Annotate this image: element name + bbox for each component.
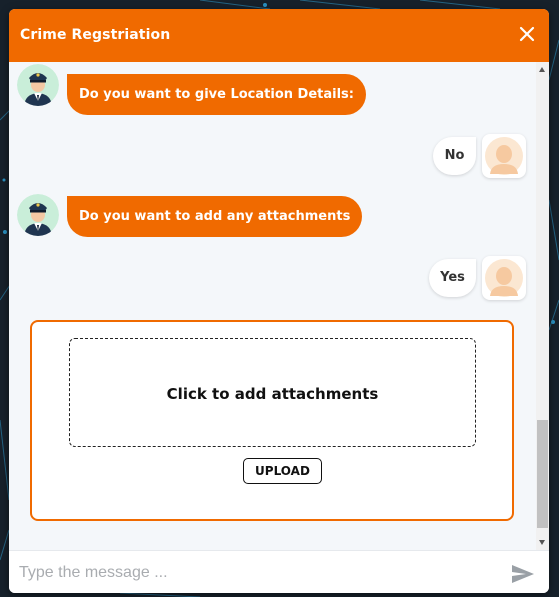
chat-window: Crime Regstriation Do you want to give L…: [9, 9, 549, 593]
bot-message: Do you want to add any attachments: [67, 196, 363, 237]
scroll-up-arrow-icon[interactable]: [539, 67, 545, 72]
scrollbar-thumb[interactable]: [537, 420, 548, 528]
dropzone-label: Click to add attachments: [166, 385, 379, 403]
bot-message: Do you want to give Location Details:: [67, 74, 366, 115]
chat-scrollbar[interactable]: [536, 62, 549, 550]
message-input[interactable]: [19, 560, 499, 586]
user-avatar-icon: [482, 134, 526, 178]
user-avatar-icon: [482, 256, 526, 300]
attachment-dropzone[interactable]: Click to add attachments: [69, 338, 476, 447]
window-title: Crime Regstriation: [20, 27, 171, 43]
user-message: No: [433, 137, 476, 175]
scroll-down-arrow-icon[interactable]: [539, 540, 545, 545]
police-officer-icon: [17, 194, 59, 236]
window-header: Crime Regstriation: [9, 9, 549, 62]
composer: [9, 550, 549, 593]
upload-button[interactable]: UPLOAD: [243, 458, 322, 484]
close-icon[interactable]: [517, 24, 537, 44]
user-message: Yes: [429, 259, 476, 297]
send-icon[interactable]: [511, 564, 535, 584]
attachment-card: Click to add attachments UPLOAD: [30, 320, 514, 521]
police-officer-icon: [17, 64, 59, 106]
